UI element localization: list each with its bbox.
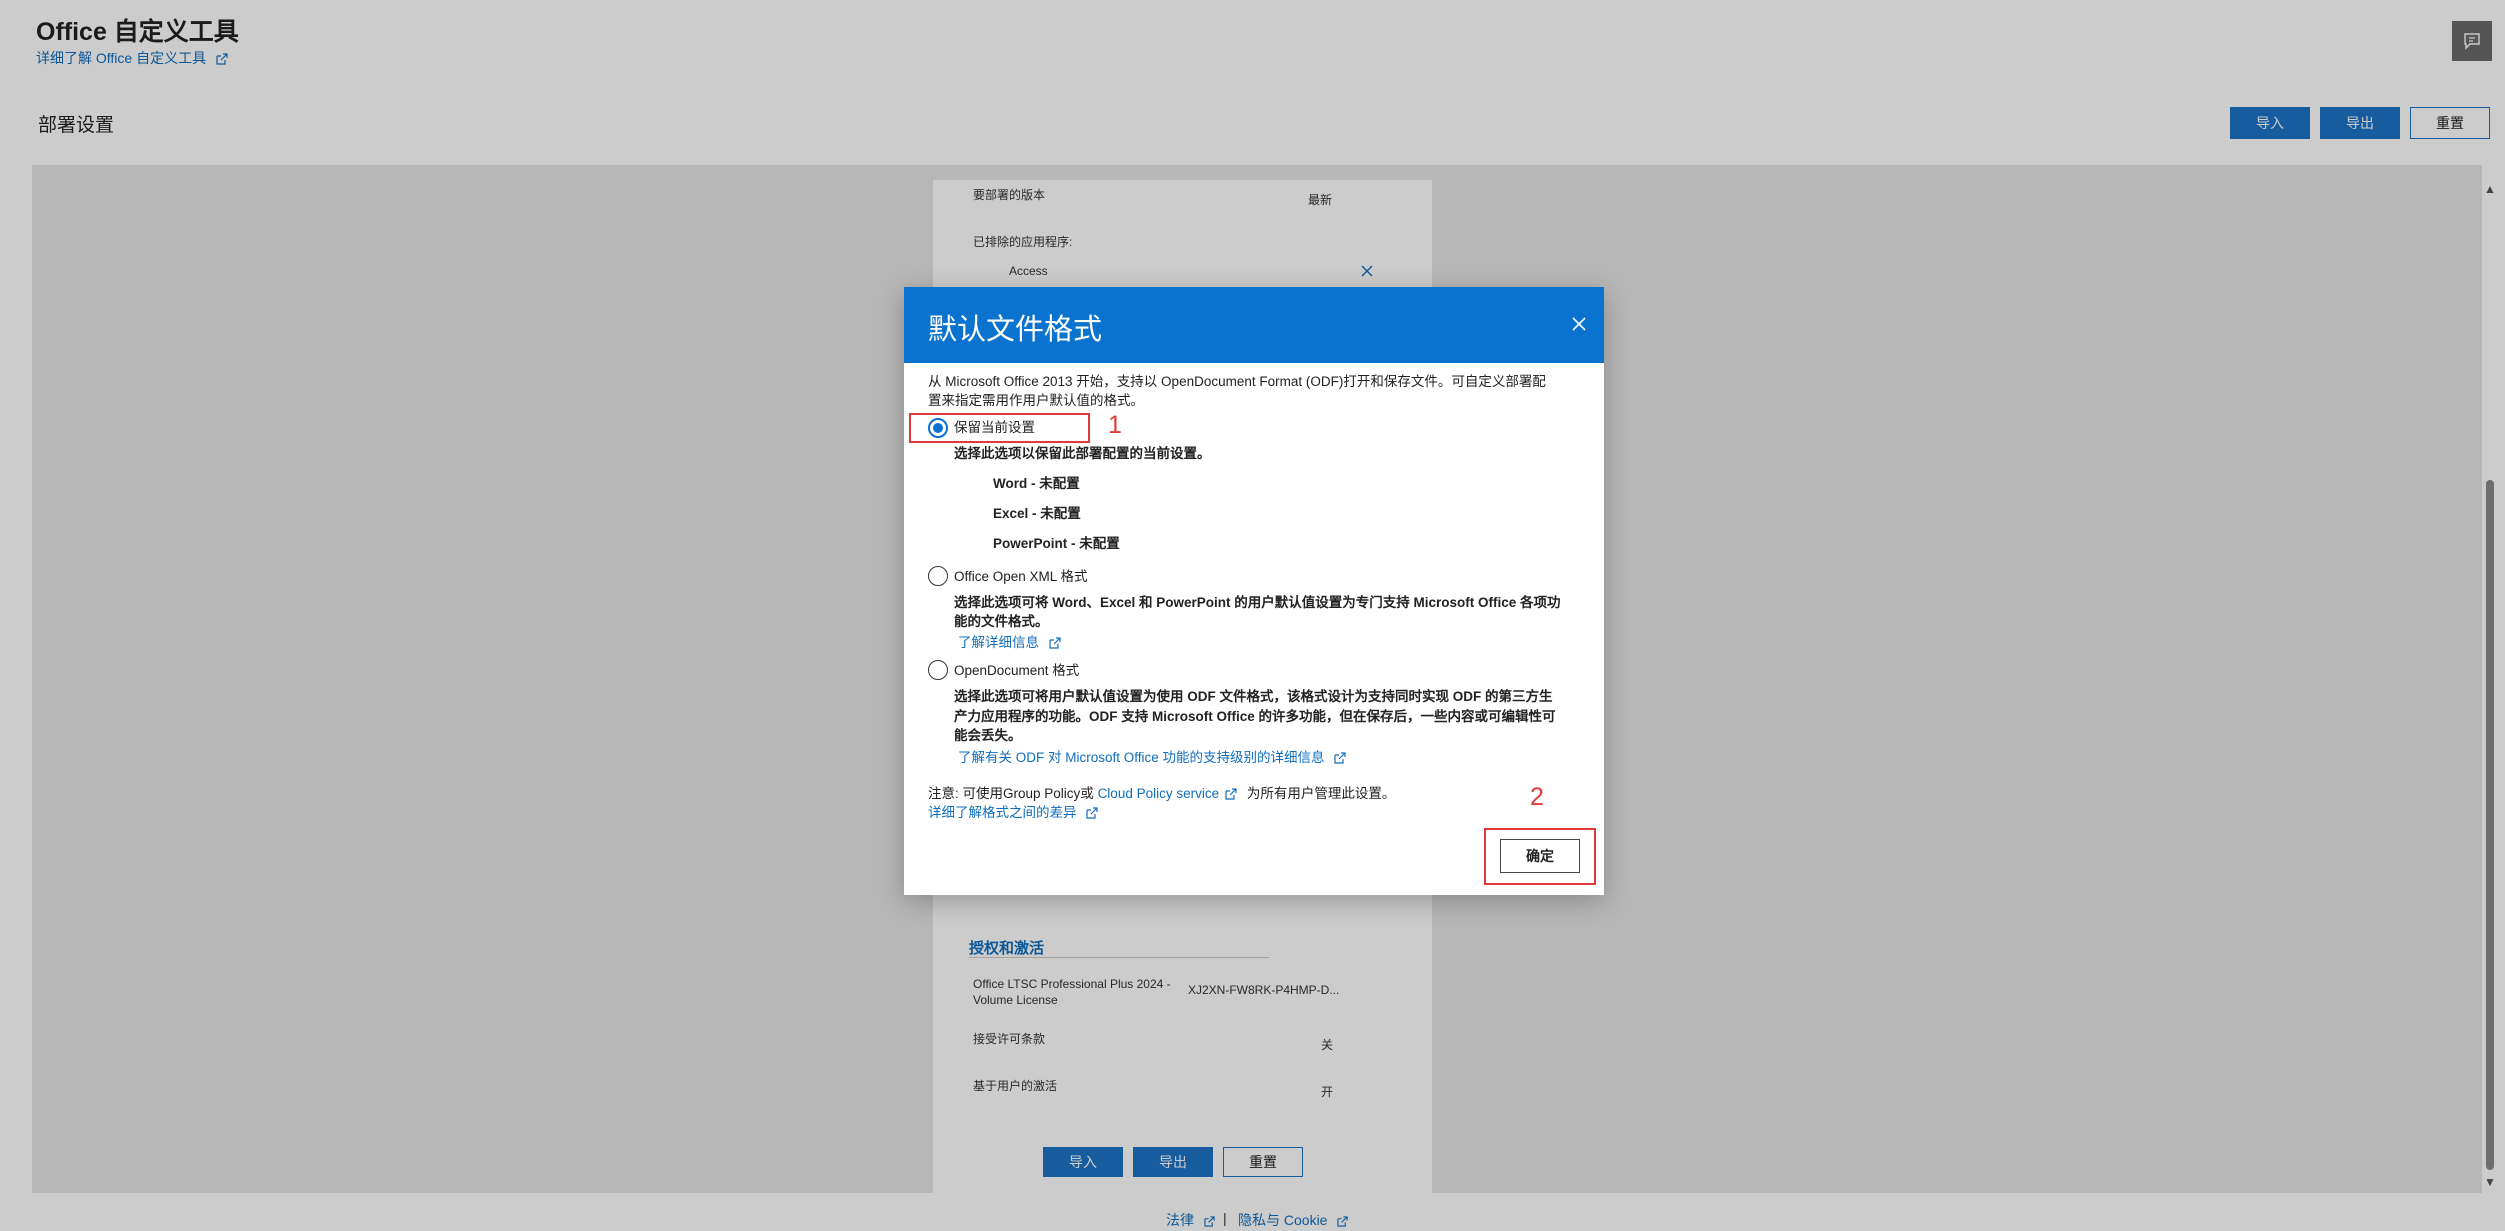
option1-item-word: Word - 未配置 [993, 476, 1080, 491]
external-link-icon [1049, 637, 1061, 650]
format-differences-link[interactable]: 详细了解格式之间的差异 [928, 803, 1098, 823]
odf-support-link-text: 了解有关 ODF 对 Microsoft Office 功能的支持级别的详细信息 [958, 750, 1325, 765]
cloud-policy-link[interactable]: Cloud Policy service [1098, 786, 1238, 801]
option2-learn-more-text: 了解详细信息 [958, 635, 1039, 650]
office-open-xml-radio[interactable] [928, 566, 948, 586]
option3-description-line2: 产力应用程序的功能。ODF 支持 Microsoft Office 的许多功能，… [954, 709, 1556, 724]
dialog-intro-line2: 置来指定需用作用户默认值的格式。 [928, 393, 1144, 408]
default-file-format-dialog: 默认文件格式 从 Microsoft Office 2013 开始，支持以 Op… [904, 287, 1604, 895]
keep-current-settings-radio[interactable] [928, 418, 948, 438]
dialog-header: 默认文件格式 [904, 287, 1604, 363]
policy-note-suffix: 为所有用户管理此设置。 [1246, 786, 1396, 801]
option3-description-line3: 能会丢失。 [954, 728, 1022, 743]
option1-item-powerpoint: PowerPoint - 未配置 [993, 536, 1120, 551]
dialog-title: 默认文件格式 [928, 314, 1103, 346]
opendocument-radio[interactable] [928, 660, 948, 680]
ok-button[interactable]: 确定 [1500, 839, 1580, 873]
option1-label[interactable]: 保留当前设置 [954, 418, 1035, 438]
odf-support-link[interactable]: 了解有关 ODF 对 Microsoft Office 功能的支持级别的详细信息 [958, 748, 1346, 768]
dialog-intro-line1: 从 Microsoft Office 2013 开始，支持以 OpenDocum… [928, 374, 1546, 389]
option2-label[interactable]: Office Open XML 格式 [954, 567, 1088, 587]
option1-item-excel: Excel - 未配置 [993, 506, 1081, 521]
option3-label[interactable]: OpenDocument 格式 [954, 661, 1079, 681]
annotation-label-1: 1 [1108, 411, 1122, 439]
external-link-icon [1334, 752, 1346, 765]
policy-note: 注意: 可使用Group Policy或 Cloud Policy servic… [928, 784, 1395, 804]
external-link-icon [1225, 788, 1237, 801]
option1-description: 选择此选项以保留此部署配置的当前设置。 [954, 446, 1211, 461]
format-differences-link-text: 详细了解格式之间的差异 [928, 805, 1077, 820]
option3-description-line1: 选择此选项可将用户默认值设置为使用 ODF 文件格式，该格式设计为支持同时实现 … [954, 689, 1553, 704]
external-link-icon [1086, 807, 1098, 820]
dialog-close-button[interactable] [1564, 309, 1594, 339]
close-icon [1572, 317, 1586, 331]
option2-description-line2: 能的文件格式。 [954, 614, 1049, 629]
policy-note-prefix: 注意: 可使用Group Policy或 [928, 786, 1094, 801]
cloud-policy-link-text: Cloud Policy service [1097, 786, 1220, 801]
option2-description-line1: 选择此选项可将 Word、Excel 和 PowerPoint 的用户默认值设置… [954, 595, 1561, 610]
option2-learn-more-link[interactable]: 了解详细信息 [958, 633, 1061, 653]
annotation-label-2: 2 [1530, 783, 1544, 811]
